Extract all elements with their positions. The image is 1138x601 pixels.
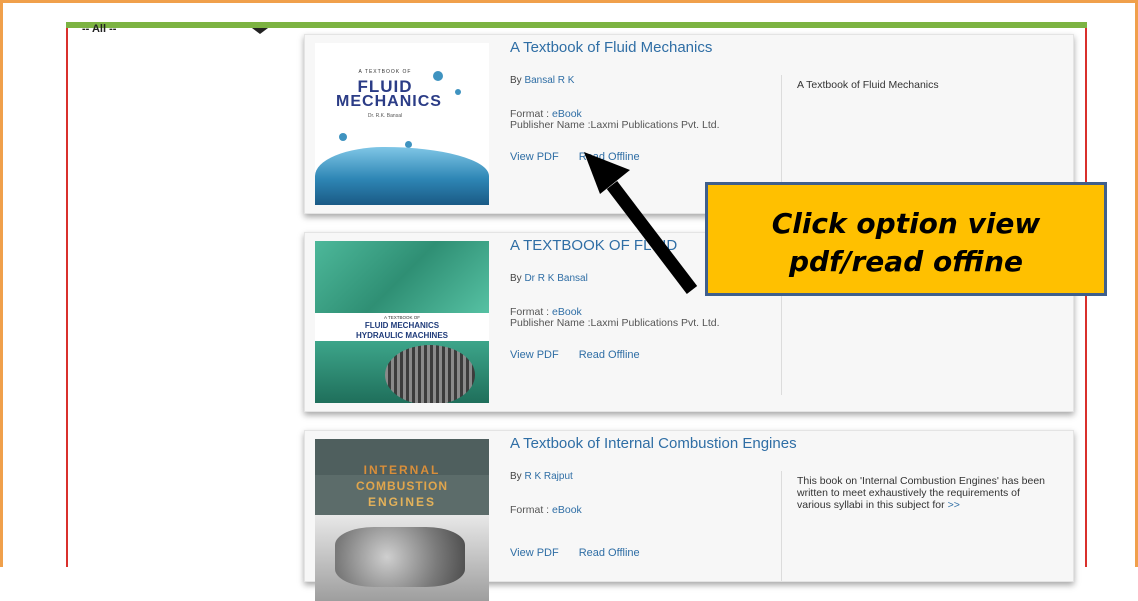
cover-text: FLUID MECHANICS <box>364 321 440 330</box>
book-format-info: Format : eBook Publisher Name :Laxmi Pub… <box>510 307 720 329</box>
read-more-link[interactable]: >> <box>948 499 960 511</box>
book-cover-image[interactable]: A TEXTBOOK OF FLUID MECHANICS HYDRAULIC … <box>315 241 489 403</box>
category-filter-select[interactable]: -- All -- <box>82 22 116 36</box>
book-title-link[interactable]: A TEXTBOOK OF FLUID <box>510 237 677 254</box>
book-title-link[interactable]: A Textbook of Fluid Mechanics <box>510 39 712 56</box>
book-author: By R K Rajput <box>510 471 573 482</box>
cover-text: ENGINES <box>367 495 436 509</box>
book-actions: View PDF Read Offline <box>510 547 640 559</box>
annotation-callout: Click option view pdf/read offine <box>705 182 1107 296</box>
read-offline-link[interactable]: Read Offline <box>579 151 640 163</box>
cover-text: INTERNAL <box>363 463 441 477</box>
cover-text: COMBUSTION <box>356 479 448 493</box>
read-offline-link[interactable]: Read Offline <box>579 349 640 361</box>
author-link[interactable]: Dr R K Bansal <box>524 273 587 284</box>
format-label: Format : <box>510 504 550 516</box>
divider <box>781 471 782 581</box>
water-drop-graphic <box>433 71 443 81</box>
cover-text: A TEXTBOOK OF <box>384 315 420 320</box>
cover-text: HYDRAULIC MACHINES <box>356 331 448 340</box>
book-title-link[interactable]: A Textbook of Internal Combustion Engine… <box>510 435 797 452</box>
by-label: By <box>510 75 522 86</box>
read-offline-link[interactable]: Read Offline <box>579 547 640 559</box>
book-actions: View PDF Read Offline <box>510 349 640 361</box>
view-pdf-link[interactable]: View PDF <box>510 547 559 559</box>
callout-line: Click option view <box>771 207 1041 240</box>
by-label: By <box>510 471 522 482</box>
book-card: INTERNAL COMBUSTION ENGINES A Textbook o… <box>304 430 1074 601</box>
view-pdf-link[interactable]: View PDF <box>510 349 559 361</box>
turbine-graphic <box>385 345 475 403</box>
water-splash-graphic <box>315 147 489 205</box>
water-drop-graphic <box>339 133 347 141</box>
chevron-down-icon[interactable] <box>252 28 268 34</box>
publisher-name: Publisher Name :Laxmi Publications Pvt. … <box>510 317 720 329</box>
book-description: This book on 'Internal Combustion Engine… <box>797 475 1052 511</box>
book-author: By Dr R K Bansal <box>510 273 588 284</box>
book-description-text: This book on 'Internal Combustion Engine… <box>797 475 1045 511</box>
divider <box>781 75 782 197</box>
by-label: By <box>510 273 522 284</box>
book-cover-image[interactable]: A TEXTBOOK OF FLUID MECHANICS Dr. R.K. B… <box>315 43 489 205</box>
cover-text: Dr. R.K. Bansal <box>367 113 403 119</box>
engine-graphic <box>335 527 465 587</box>
cover-graphic <box>315 241 489 313</box>
author-link[interactable]: Bansal R K <box>524 75 574 86</box>
cover-text: MECHANICS <box>336 93 442 110</box>
publisher-name: Publisher Name :Laxmi Publications Pvt. … <box>510 119 720 131</box>
book-format-info: Format : eBook <box>510 505 582 516</box>
book-cover-image[interactable]: INTERNAL COMBUSTION ENGINES <box>315 439 489 601</box>
author-link[interactable]: R K Rajput <box>524 471 572 482</box>
accent-bar <box>66 22 1087 28</box>
book-description: A Textbook of Fluid Mechanics <box>797 79 939 91</box>
view-pdf-link[interactable]: View PDF <box>510 151 559 163</box>
book-actions: View PDF Read Offline <box>510 151 640 163</box>
water-drop-graphic <box>455 89 461 95</box>
book-format-info: Format : eBook Publisher Name :Laxmi Pub… <box>510 109 720 131</box>
book-author: By Bansal R K <box>510 75 574 86</box>
format-value: eBook <box>552 504 582 516</box>
callout-line: pdf/read offine <box>789 245 1023 278</box>
